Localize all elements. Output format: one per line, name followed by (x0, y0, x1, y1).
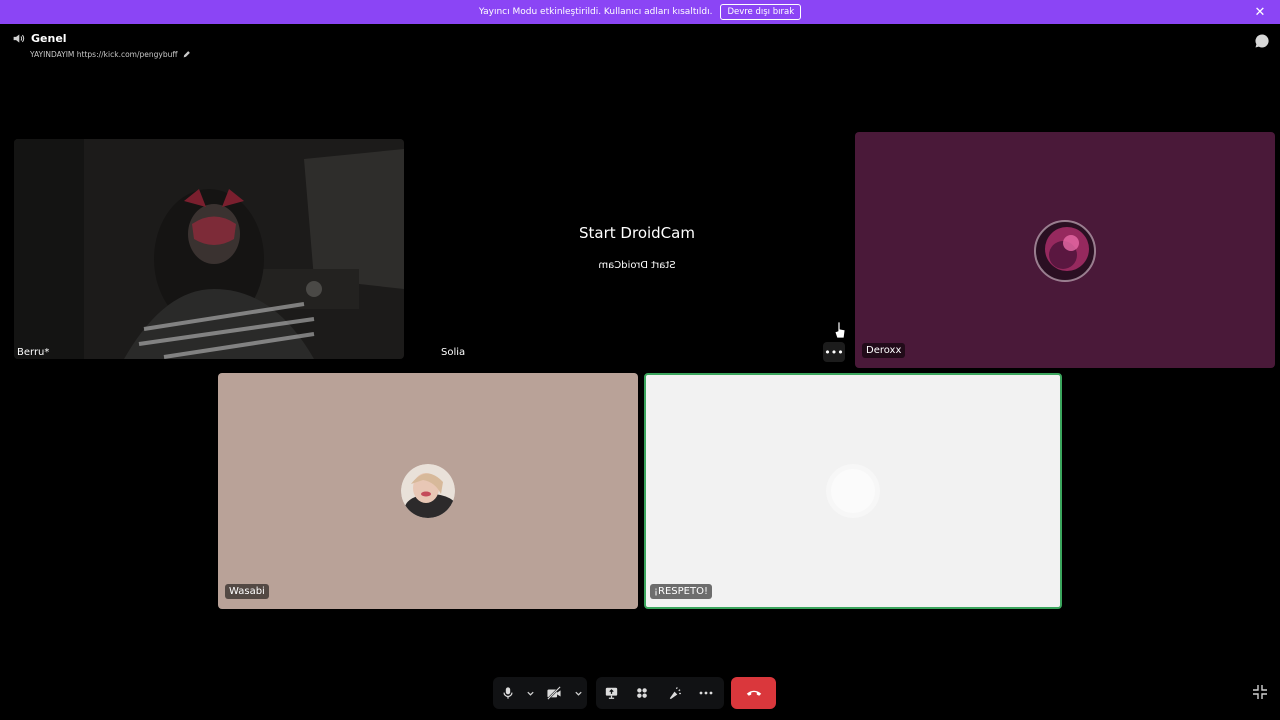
avatar-wasabi (401, 464, 455, 518)
activity-controls-group (596, 677, 724, 709)
participant-name-respeto: ¡RESPETO! (650, 584, 712, 599)
participant-name-deroxx: Deroxx (862, 343, 906, 358)
disable-streamer-mode-button[interactable]: Devre dışı bırak (720, 4, 802, 20)
pencil-icon[interactable] (182, 50, 191, 59)
microphone-button[interactable] (493, 677, 523, 709)
microphone-options-button[interactable] (523, 677, 537, 709)
screen-share-button[interactable] (596, 677, 626, 709)
screen-share-icon (605, 687, 617, 699)
participant-name-berru: Berru* (17, 347, 50, 358)
soundboard-button[interactable] (658, 677, 690, 709)
chat-icon[interactable] (1254, 33, 1270, 49)
media-controls-group (493, 677, 587, 709)
participant-name-wasabi: Wasabi (225, 584, 269, 599)
speaker-icon (13, 34, 25, 43)
video-tile-berru[interactable] (14, 139, 404, 359)
channel-name: Genel (31, 32, 67, 45)
soundboard-icon (669, 686, 681, 699)
participant-name-solia: Solia (441, 347, 466, 358)
avatar-deroxx (1034, 220, 1096, 282)
activities-button[interactable] (626, 677, 658, 709)
mouse-cursor-icon (834, 321, 846, 339)
camera-options-button[interactable] (571, 677, 585, 709)
voice-call-window: Yayıncı Modu etkinleştirildi. Kullanıcı … (0, 0, 1280, 720)
microphone-icon (503, 687, 513, 699)
droidcam-title: Start DroidCam (579, 224, 695, 242)
tile-more-options-button[interactable]: ••• (823, 342, 845, 362)
video-tile-respeto[interactable]: ¡RESPETO! (644, 373, 1062, 609)
activities-icon (637, 688, 647, 698)
call-controls (0, 677, 1280, 709)
exit-fullscreen-icon[interactable] (1252, 684, 1268, 700)
camera-off-icon (547, 686, 561, 700)
camera-button[interactable] (537, 677, 571, 709)
avatar-respeto (826, 464, 880, 518)
channel-header: Genel YAYINDAYIM https://kick.com/pengyb… (12, 32, 191, 59)
more-icon (699, 691, 713, 695)
banner-close-icon[interactable]: ✕ (1252, 4, 1268, 20)
droidcam-mirrored-text: Start DroidCam (598, 260, 676, 271)
camera-feed (14, 139, 404, 359)
video-tile-wasabi[interactable]: Wasabi (218, 373, 638, 609)
hang-up-button[interactable] (731, 677, 776, 709)
hang-up-icon (746, 690, 761, 696)
channel-status: YAYINDAYIM https://kick.com/pengybuff (30, 50, 178, 59)
more-options-button[interactable] (690, 677, 722, 709)
streamer-mode-banner: Yayıncı Modu etkinleştirildi. Kullanıcı … (0, 0, 1280, 24)
banner-message: Yayıncı Modu etkinleştirildi. Kullanıcı … (478, 7, 713, 17)
video-tile-deroxx[interactable] (855, 132, 1275, 368)
chevron-down-icon (526, 691, 534, 696)
chevron-down-icon (574, 691, 582, 696)
video-tile-solia[interactable]: Start DroidCam Start DroidCam (425, 132, 849, 368)
